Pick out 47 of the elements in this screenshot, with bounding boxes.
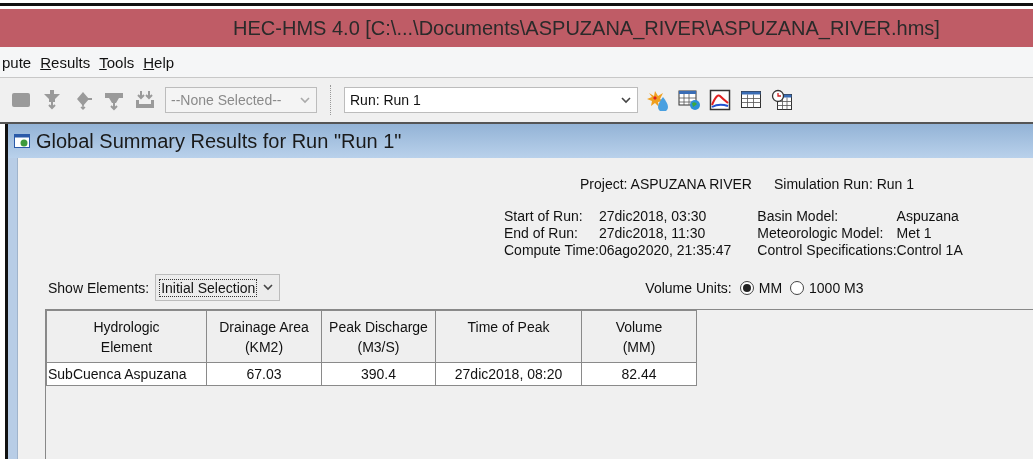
- radio-label: 1000 M3: [809, 279, 864, 296]
- radio-button[interactable]: [739, 280, 754, 295]
- project-text: Project: ASPUZANA RIVER: [580, 176, 752, 192]
- info-value: Met 1: [896, 225, 933, 241]
- column-header: Hydrologic Element: [46, 310, 207, 363]
- show-elements-dropdown[interactable]: Initial Selection: [155, 274, 281, 301]
- chevron-icon: [300, 96, 310, 104]
- info-value: 27dic2018, 11:30: [598, 225, 707, 241]
- window-title: HEC-HMS 4.0 [C:\...\Documents\ASPUZANA_RIVER\ASPUZANA_RIVER.hms]: [233, 16, 940, 40]
- info-value: Aspuzana: [896, 208, 960, 224]
- info-value: Control 1A: [896, 242, 963, 258]
- info-label: Start of Run:: [504, 208, 584, 224]
- burst-icon[interactable]: [647, 89, 669, 111]
- radio-label: MM: [758, 279, 783, 296]
- menu-item[interactable]: pute: [2, 53, 32, 71]
- menu-item[interactable]: Tools: [99, 53, 135, 71]
- table-cell: 67.03: [206, 362, 322, 386]
- table-globe-icon[interactable]: [678, 89, 700, 111]
- info-label: Basin Model:: [757, 208, 840, 224]
- table-cell: 82.44: [581, 362, 697, 386]
- info-label: Control Specifications:: [757, 242, 897, 258]
- column-header: Time of Peak: [435, 310, 582, 363]
- clock-table-icon[interactable]: [771, 89, 793, 111]
- menu-item[interactable]: Results: [40, 53, 91, 71]
- run-dropdown[interactable]: Run: Run 1: [344, 87, 638, 113]
- column-header: Peak Discharge (M3/S): [321, 310, 436, 363]
- radio-button[interactable]: [790, 280, 805, 295]
- graph-icon[interactable]: [709, 89, 731, 111]
- show-elements-label: Show Elements:: [48, 279, 150, 296]
- chevron-icon: [621, 96, 631, 104]
- column-header: Volume (MM): [581, 310, 697, 363]
- info-label: Meteorologic Model:: [757, 225, 885, 241]
- info-label: Compute Time:: [504, 242, 599, 258]
- column-header: Drainage Area (KM2): [206, 310, 322, 363]
- volume-units-label: Volume Units:: [645, 279, 732, 296]
- simulation-run-text: Simulation Run: Run 1: [773, 176, 915, 192]
- table-cell: SubCuenca Aspuzana: [46, 362, 207, 386]
- table-cell: 390.4: [321, 362, 436, 386]
- chevron-icon: [263, 284, 274, 291]
- info-value: 27dic2018, 03:30: [598, 208, 708, 224]
- window-icon: [14, 134, 30, 148]
- table-icon[interactable]: [740, 89, 762, 111]
- table-cell: 27dic2018, 08:20: [435, 362, 582, 386]
- frame-title: Global Summary Results for Run "Run 1": [36, 129, 402, 153]
- info-value: 06ago2020, 21:35:47: [598, 242, 732, 258]
- info-label: End of Run:: [504, 225, 579, 241]
- menu-item[interactable]: Help: [143, 53, 175, 71]
